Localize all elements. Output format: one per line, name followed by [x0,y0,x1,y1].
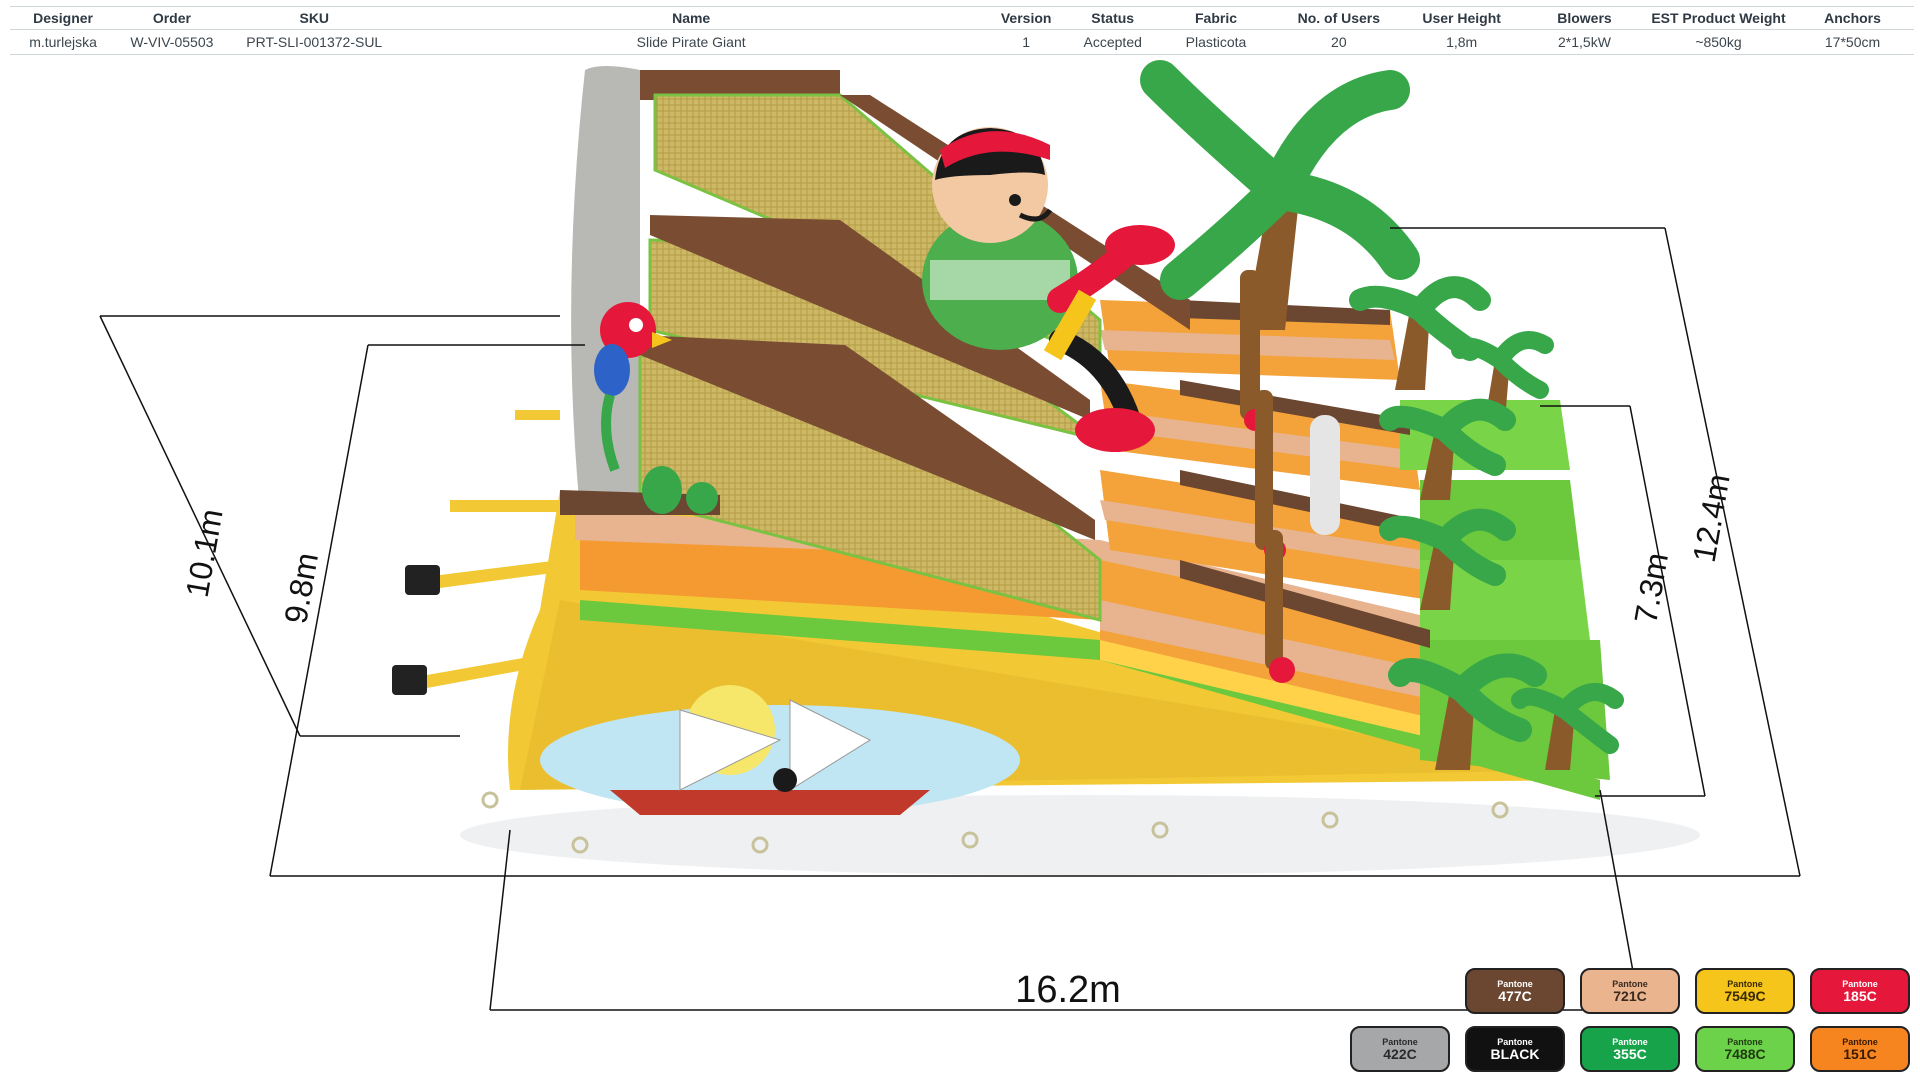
swatch-label: Pantone [1727,978,1763,989]
dim-7-3: 7.3m [1627,550,1675,626]
swatch-code: 7488C [1724,1045,1766,1062]
dim-10-1: 10.1m [179,506,230,600]
swatch-label: Pantone [1727,1036,1763,1047]
slide-render: 10.1m 9.8m 7.3m 12.4m 16.2m [99,60,1801,1011]
dim-16-2: 16.2m [1015,969,1121,1011]
swatch-code: 355C [1613,1045,1647,1062]
swatch-7488c: Pantone 7488C [1695,1026,1795,1072]
swatch-label: Pantone [1612,1036,1648,1047]
swatch-151c: Pantone 151C [1810,1026,1910,1072]
swatch-code: 422C [1383,1045,1417,1062]
swatch-355c: Pantone 355C [1580,1026,1680,1072]
swatch-477c: Pantone 477C [1465,968,1565,1014]
swatch-7549c: Pantone 7549C [1695,968,1795,1014]
swatch-code: 151C [1843,1045,1877,1062]
swatch-label: Pantone [1497,1036,1533,1047]
swatch-label: Pantone [1842,978,1878,989]
swatch-black: Pantone BLACK [1465,1026,1565,1072]
swatch-code: 185C [1843,987,1877,1004]
swatch-label: Pantone [1382,1036,1418,1047]
dim-12-4: 12.4m [1686,471,1737,565]
swatch-label: Pantone [1497,978,1533,989]
swatch-422c: Pantone 422C [1350,1026,1450,1072]
swatch-code: BLACK [1490,1045,1540,1062]
swatch-721c: Pantone 721C [1580,968,1680,1014]
swatch-code: 477C [1498,987,1532,1004]
swatch-185c: Pantone 185C [1810,968,1910,1014]
swatch-code: 7549C [1724,987,1766,1004]
swatch-label: Pantone [1612,978,1648,989]
swatch-code: 721C [1613,987,1647,1004]
swatch-label: Pantone [1842,1036,1878,1047]
